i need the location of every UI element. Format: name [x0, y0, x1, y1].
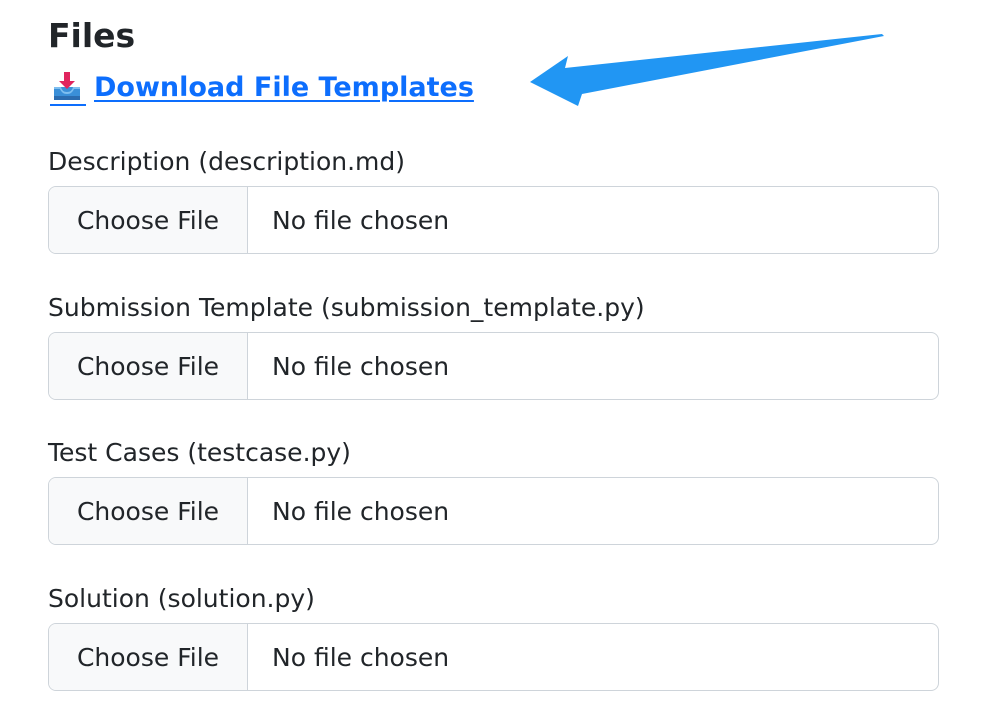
submission-template-field: Submission Template (submission_template…	[48, 292, 941, 400]
test-cases-file-input[interactable]: Choose File No file chosen	[48, 477, 939, 545]
submission-template-file-status: No file chosen	[272, 351, 450, 381]
files-section: Files Download File Templates Descriptio…	[0, 0, 984, 709]
solution-file-status: No file chosen	[272, 642, 450, 672]
submission-template-label: Submission Template (submission_template…	[48, 293, 645, 322]
test-cases-field: Test Cases (testcase.py) Choose File No …	[48, 437, 941, 545]
description-label: Description (description.md)	[48, 147, 406, 176]
submission-template-file-input[interactable]: Choose File No file chosen	[48, 332, 939, 400]
description-file-status: No file chosen	[272, 205, 450, 235]
submission-template-choose-file-button[interactable]: Choose File	[49, 333, 248, 399]
test-cases-file-status: No file chosen	[272, 496, 450, 526]
description-file-input[interactable]: Choose File No file chosen	[48, 186, 939, 254]
solution-choose-file-button[interactable]: Choose File	[49, 624, 248, 690]
download-templates-link[interactable]: Download File Templates	[50, 70, 474, 106]
description-choose-file-button[interactable]: Choose File	[49, 187, 248, 253]
download-templates-label: Download File Templates	[94, 72, 474, 103]
description-field: Description (description.md) Choose File…	[48, 146, 941, 254]
test-cases-choose-file-button[interactable]: Choose File	[49, 478, 248, 544]
test-cases-label: Test Cases (testcase.py)	[48, 438, 351, 467]
section-title: Files	[48, 16, 136, 55]
pointer-arrow-icon	[530, 34, 884, 106]
inbox-tray-icon	[50, 70, 86, 106]
solution-file-input[interactable]: Choose File No file chosen	[48, 623, 939, 691]
solution-label: Solution (solution.py)	[48, 584, 315, 613]
solution-field: Solution (solution.py) Choose File No fi…	[48, 583, 941, 691]
